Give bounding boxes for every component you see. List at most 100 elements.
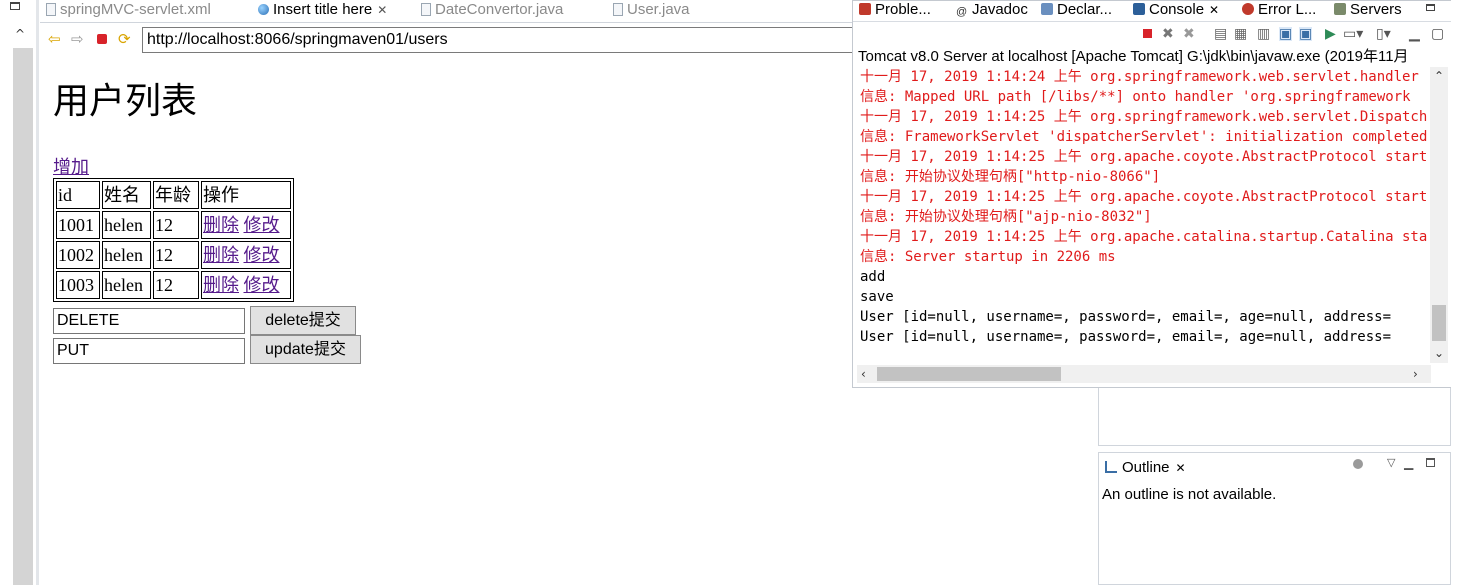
- console-line: add: [860, 269, 886, 285]
- remove-launch-icon[interactable]: ✖: [1162, 27, 1174, 41]
- word-wrap-icon[interactable]: ▥: [1257, 27, 1270, 41]
- url-input[interactable]: http://localhost:8066/springmaven01/user…: [142, 27, 854, 53]
- cell-id: 1002: [56, 241, 100, 269]
- editor-tab-user-java[interactable]: User.java: [613, 0, 690, 22]
- editor-divider: [36, 0, 39, 585]
- remove-all-icon[interactable]: ✖: [1183, 27, 1195, 41]
- table-row: 1001 helen 12 删除 修改: [56, 211, 291, 239]
- scroll-left-icon[interactable]: ‹: [861, 368, 866, 380]
- tab-label: Declar...: [1057, 1, 1113, 18]
- back-arrow-icon[interactable]: ⇦: [48, 32, 61, 47]
- forward-arrow-icon[interactable]: ⇨: [71, 32, 84, 47]
- tab-label: DateConvertor.java: [435, 1, 564, 18]
- edit-link[interactable]: 修改: [244, 245, 280, 265]
- console-icon: [1133, 3, 1145, 15]
- cell-id: 1001: [56, 211, 100, 239]
- maximize-view-icon[interactable]: [1426, 458, 1435, 467]
- vertical-scroll-thumb[interactable]: [1432, 305, 1446, 341]
- console-line: 十一月 17, 2019 1:14:25 上午 org.apache.catal…: [860, 229, 1428, 245]
- user-table: id 姓名 年龄 操作 1001 helen 12 删除 修改 1002 hel…: [53, 178, 294, 302]
- minimize-view-icon[interactable]: ▁: [1404, 456, 1413, 470]
- delete-link[interactable]: 删除: [203, 275, 239, 295]
- outline-tab-label: Outline: [1122, 459, 1170, 476]
- tab-label: Error L...: [1258, 1, 1317, 18]
- refresh-icon[interactable]: ⟳: [118, 32, 131, 47]
- declaration-icon: [1041, 3, 1053, 15]
- console-line: User [id=null, username=, password=, ema…: [860, 309, 1392, 325]
- open-console-icon[interactable]: ▯▾: [1376, 27, 1391, 41]
- console-output[interactable]: 十一月 17, 2019 1:14:24 上午 org.springframew…: [860, 67, 1428, 357]
- cell-actions: 删除 修改: [201, 241, 291, 269]
- scroll-down-icon[interactable]: ⌄: [1434, 347, 1444, 359]
- outline-options-icon[interactable]: [1353, 459, 1363, 469]
- console-line: 信息: FrameworkServlet 'dispatcherServlet'…: [860, 129, 1428, 145]
- clear-console-icon[interactable]: ▤: [1214, 27, 1227, 41]
- delete-submit-button[interactable]: delete提交: [250, 306, 356, 335]
- delete-link[interactable]: 删除: [203, 245, 239, 265]
- console-line: 信息: Server startup in 2206 ms: [860, 249, 1116, 265]
- outline-tab[interactable]: Outline ✕: [1105, 458, 1186, 478]
- edit-link[interactable]: 修改: [244, 275, 280, 295]
- tab-label: Console: [1149, 1, 1205, 18]
- cell-id: 1003: [56, 271, 100, 299]
- close-icon[interactable]: ✕: [377, 3, 387, 17]
- column-header-name: 姓名: [102, 181, 151, 209]
- right-edge: [1451, 0, 1459, 585]
- cell-actions: 删除 修改: [201, 211, 291, 239]
- cell-name: helen: [102, 241, 151, 269]
- pin-console-icon[interactable]: ▶: [1325, 27, 1336, 41]
- add-link[interactable]: 增加: [53, 153, 89, 179]
- horizontal-scroll-thumb[interactable]: [877, 367, 1061, 381]
- cell-age: 12: [153, 271, 199, 299]
- edit-link[interactable]: 修改: [244, 215, 280, 235]
- update-submit-button[interactable]: update提交: [250, 335, 361, 364]
- cell-name: helen: [102, 271, 151, 299]
- view-menu-icon[interactable]: ▽: [1387, 456, 1395, 469]
- vertical-ruler: [13, 48, 33, 585]
- delete-link[interactable]: 删除: [203, 215, 239, 235]
- cell-name: helen: [102, 211, 151, 239]
- stop-icon[interactable]: [97, 34, 107, 44]
- scroll-right-icon[interactable]: ›: [1413, 368, 1418, 380]
- maximize-view-icon[interactable]: ▢: [1431, 27, 1444, 41]
- editor-tab-insert-title[interactable]: Insert title here ✕: [258, 0, 388, 22]
- cell-actions: 删除 修改: [201, 271, 291, 299]
- column-header-actions: 操作: [201, 181, 291, 209]
- console-toolbar: ✖ ✖ ▤ ▦ ▥ ▣ ▣ ▶ ▭▾ ▯▾ ▁ ▢: [853, 23, 1451, 45]
- editor-tab-dateconvertor[interactable]: DateConvertor.java: [421, 0, 563, 22]
- column-header-age: 年龄: [153, 181, 199, 209]
- view-tab-bar: Proble... @ Javadoc Declar... Console ✕ Er…: [853, 1, 1451, 22]
- scroll-lock-icon[interactable]: ▦: [1234, 27, 1247, 41]
- minimize-view-icon[interactable]: ▁: [1409, 27, 1420, 41]
- horizontal-scrollbar[interactable]: ‹ ›: [857, 365, 1431, 383]
- display-console-icon[interactable]: ▭▾: [1343, 27, 1363, 41]
- show-on-stdout-icon[interactable]: ▣: [1279, 27, 1293, 41]
- editor-tab-springmvc-servlet[interactable]: springMVC-servlet.xml: [46, 0, 211, 22]
- tab-error-log[interactable]: Error L...: [1242, 1, 1316, 21]
- show-on-stderr-icon[interactable]: ▣: [1299, 27, 1313, 41]
- vertical-scrollbar[interactable]: ⌃ ⌄: [1430, 67, 1448, 363]
- java-file-icon: [613, 3, 623, 16]
- method-input-put[interactable]: PUT: [53, 338, 245, 364]
- console-line: 十一月 17, 2019 1:14:25 上午 org.apache.coyot…: [860, 149, 1428, 165]
- cell-age: 12: [153, 241, 199, 269]
- tab-label: Proble...: [875, 1, 931, 18]
- browser-toolbar: ⇦ ⇨ ⟳ http://localhost:8066/springmaven0…: [40, 24, 854, 56]
- tab-console[interactable]: Console ✕: [1133, 1, 1220, 21]
- web-browser-icon: [258, 4, 269, 15]
- scroll-up-icon[interactable]: ⌃: [1434, 70, 1444, 82]
- console-line: 十一月 17, 2019 1:14:25 上午 org.apache.coyot…: [860, 189, 1428, 205]
- xml-file-icon: [46, 3, 56, 16]
- tab-javadoc[interactable]: @ Javadoc: [956, 1, 1028, 21]
- close-icon[interactable]: ✕: [1176, 461, 1186, 475]
- tab-declaration[interactable]: Declar...: [1041, 1, 1112, 21]
- close-icon[interactable]: ✕: [1209, 3, 1219, 17]
- minimize-icon[interactable]: [10, 2, 20, 10]
- tab-problems[interactable]: Proble...: [859, 1, 931, 21]
- problems-icon: [859, 3, 871, 15]
- scroll-up-arrow-icon[interactable]: ^: [15, 27, 25, 41]
- method-input-delete[interactable]: DELETE: [53, 308, 245, 334]
- restore-icon[interactable]: [1426, 4, 1435, 11]
- terminate-icon[interactable]: [1143, 29, 1152, 38]
- tab-servers[interactable]: Servers: [1334, 1, 1402, 21]
